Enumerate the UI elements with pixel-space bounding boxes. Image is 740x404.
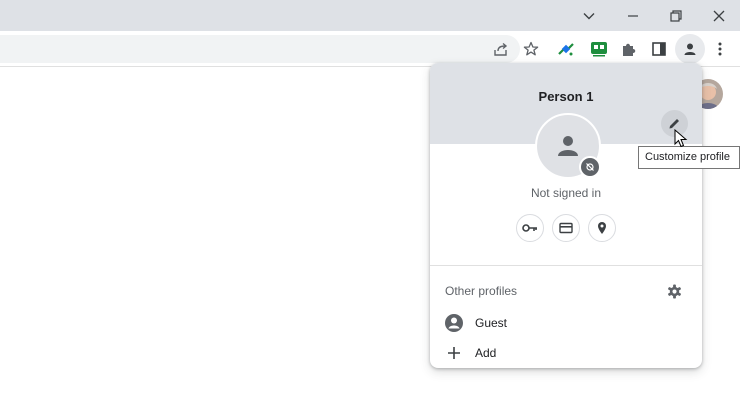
minimize-icon — [628, 14, 638, 17]
browser-toolbar — [0, 31, 740, 67]
profile-menu: Person 1 Not signed in Other profiles Gu… — [430, 63, 702, 368]
gear-icon — [667, 283, 681, 299]
other-profiles-title: Other profiles — [445, 284, 518, 298]
add-label: Add — [475, 346, 497, 360]
menu-divider — [430, 265, 702, 266]
addresses-button[interactable] — [588, 214, 616, 242]
address-bar[interactable] — [0, 35, 520, 63]
mouse-cursor-icon — [674, 129, 688, 148]
guest-profile-item[interactable]: Guest — [430, 308, 702, 338]
chevron-down-icon — [583, 12, 595, 19]
plus-icon — [444, 343, 464, 363]
profile-name: Person 1 — [538, 89, 594, 104]
satellite-extension-button[interactable] — [551, 34, 581, 64]
key-icon — [522, 224, 537, 232]
bookmark-star-button[interactable] — [516, 34, 546, 64]
more-menu-button[interactable] — [705, 34, 735, 64]
more-icon — [718, 42, 722, 56]
sign-in-status: Not signed in — [530, 186, 602, 200]
passwords-button[interactable] — [516, 214, 544, 242]
puzzle-extensions-icon — [623, 43, 636, 56]
location-pin-icon — [598, 222, 606, 234]
payment-methods-button[interactable] — [552, 214, 580, 242]
sync-off-badge — [579, 156, 601, 178]
person-icon — [558, 136, 578, 156]
guest-account-icon — [444, 313, 464, 333]
manage-profiles-button[interactable] — [663, 280, 685, 302]
customize-profile-tooltip: Customize profile — [638, 146, 740, 169]
restore-button[interactable] — [654, 0, 698, 31]
share-button[interactable] — [486, 34, 516, 64]
side-panel-icon — [652, 42, 666, 56]
close-button[interactable] — [697, 0, 740, 31]
star-icon — [523, 41, 539, 56]
minimize-button[interactable] — [611, 0, 655, 31]
add-profile-item[interactable]: Add — [430, 338, 702, 368]
sync-off-icon — [586, 163, 594, 171]
restore-icon — [670, 9, 682, 22]
title-bar — [0, 0, 740, 31]
tab-search-button[interactable] — [567, 0, 611, 31]
credit-card-icon — [559, 222, 573, 234]
green-extension-button[interactable] — [584, 34, 614, 64]
extensions-button[interactable] — [614, 34, 644, 64]
side-panel-button[interactable] — [644, 34, 674, 64]
share-icon — [494, 42, 508, 56]
profile-button[interactable] — [675, 34, 705, 64]
close-icon — [713, 10, 725, 21]
satellite-extension-icon — [558, 43, 574, 56]
green-extension-icon — [591, 42, 607, 57]
guest-label: Guest — [475, 316, 508, 330]
profile-icon — [684, 43, 696, 55]
